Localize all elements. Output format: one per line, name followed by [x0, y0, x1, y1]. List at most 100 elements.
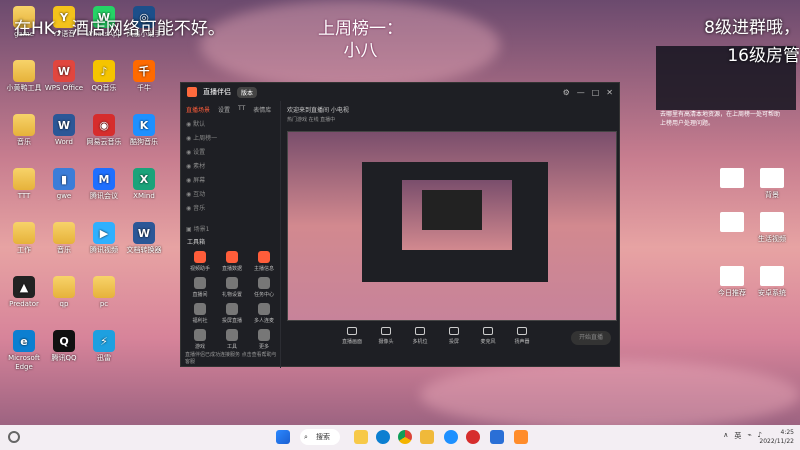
tool-button[interactable]: 工具: [217, 329, 247, 350]
desktop-icon[interactable]: qp: [42, 276, 86, 309]
tool-button[interactable]: 投屏直播: [217, 303, 247, 324]
close-icon[interactable]: ✕: [606, 88, 613, 97]
folder-icon: [13, 114, 35, 136]
desktop-icon[interactable]: pc: [82, 276, 126, 309]
minimize-icon[interactable]: —: [577, 88, 585, 97]
desktop-icon[interactable]: 安卓系统: [752, 266, 792, 298]
kugou-icon[interactable]: [444, 430, 458, 444]
control-button[interactable]: 直播画面: [341, 327, 363, 345]
app-icon: Q: [53, 330, 75, 352]
tool-button[interactable]: 礼物设置: [217, 277, 247, 298]
folder-icon: [13, 222, 35, 244]
maximize-icon[interactable]: □: [592, 88, 600, 97]
desktop-icon[interactable]: ▲ Predator: [2, 276, 46, 309]
clock-date: 2022/11/22: [759, 438, 794, 445]
sidebar-tab[interactable]: 直播场景: [186, 105, 210, 114]
desktop-icon[interactable]: ♪ QQ音乐: [82, 60, 126, 93]
scene-item[interactable]: ◉ 屏幕: [181, 174, 280, 188]
banner-line: 8级进群哦，: [704, 18, 800, 38]
start-live-button[interactable]: 开始直播: [571, 331, 611, 345]
weather-icon[interactable]: [8, 431, 20, 443]
stream-title: 欢迎来到直播间 小电视: [287, 107, 349, 114]
tool-icon: [194, 303, 206, 315]
desktop-icon[interactable]: W 文档转换器: [122, 222, 166, 255]
desktop-icon[interactable]: 小黄鸭工具: [2, 60, 46, 93]
tool-label: 游戏: [194, 344, 205, 350]
chrome-icon[interactable]: [398, 430, 412, 444]
tray-icon[interactable]: ∧: [723, 431, 728, 441]
desktop-icon[interactable]: X XMind: [122, 168, 166, 201]
tool-button[interactable]: 任务中心: [249, 277, 279, 298]
tool-button[interactable]: 直播数据: [217, 251, 247, 272]
rank-title: 上周榜一：: [318, 19, 403, 39]
desktop-icon[interactable]: K 酷狗音乐: [122, 114, 166, 147]
scene-item[interactable]: ◉ 设置: [181, 146, 280, 160]
desktop-icon[interactable]: ▶ 腾讯视频: [82, 222, 126, 255]
desktop-icon[interactable]: 生活视频: [752, 212, 792, 244]
tool-button[interactable]: 视频助手: [185, 251, 215, 272]
desktop-icon[interactable]: 音乐: [42, 222, 86, 255]
scene-item[interactable]: ◉ 素材: [181, 160, 280, 174]
tool-button[interactable]: 主播信息: [249, 251, 279, 272]
scene-item[interactable]: ◉ 互动: [181, 188, 280, 202]
control-button[interactable]: 扬声器: [511, 327, 533, 345]
tool-button[interactable]: 多人连麦: [249, 303, 279, 324]
tool-button[interactable]: 游戏: [185, 329, 215, 350]
control-button[interactable]: 摄像头: [375, 327, 397, 345]
netease-music-icon[interactable]: [466, 430, 480, 444]
start-icon[interactable]: [276, 430, 290, 444]
taskbar-search[interactable]: ⌕ 搜索: [300, 429, 340, 445]
scene-item[interactable]: ◉ 音乐: [181, 202, 280, 216]
scene-item[interactable]: ◉ 默认: [181, 118, 280, 132]
desktop-icon[interactable]: M 腾讯会议: [82, 168, 126, 201]
nested-preview-screen: [402, 180, 512, 250]
edge-icon[interactable]: [376, 430, 390, 444]
desktop-icon[interactable]: ⚡ 迅雷: [82, 330, 126, 363]
desktop-icon[interactable]: ◉ 网易云音乐: [82, 114, 126, 147]
tool-button[interactable]: 更多: [249, 329, 279, 350]
desktop-icon[interactable]: 音乐: [2, 114, 46, 147]
status-footer: 直播伴侣已成功连接服务 点击查看帮助与客服: [185, 352, 277, 365]
scene-item[interactable]: ◉ 上周榜一: [181, 132, 280, 146]
control-icon: [517, 327, 527, 335]
sidebar-tab[interactable]: 设置: [218, 105, 230, 114]
desktop-icon[interactable]: W Word: [42, 114, 86, 147]
desktop-icon-label: 网易云音乐: [86, 138, 122, 146]
desktop-icon[interactable]: Q 腾讯QQ: [42, 330, 86, 363]
tray-icon[interactable]: ⌁: [747, 431, 751, 441]
tool-button[interactable]: 福利社: [185, 303, 215, 324]
desktop-icon[interactable]: e Microsoft Edge: [2, 330, 46, 372]
control-button[interactable]: 投屏: [443, 327, 465, 345]
desktop-icon[interactable]: 今日推荐: [712, 266, 752, 298]
search-label: 搜索: [316, 433, 330, 441]
live-streaming-app[interactable]: 直播伴侣 版本 ⚙ — □ ✕ 直播场景 设置 TT 表情库 ◉ 默认 ◉ 上周榜一 ◉ …: [180, 82, 620, 368]
desktop-icon[interactable]: 千千牛: [122, 60, 166, 93]
streaming-app-taskbar-icon[interactable]: [514, 430, 528, 444]
clock[interactable]: 4:25 2022/11/22: [759, 428, 794, 446]
file-explorer-icon[interactable]: [354, 430, 368, 444]
desktop-icon[interactable]: [712, 168, 752, 190]
current-scene[interactable]: ▣ 场景1: [181, 223, 214, 237]
app-icon[interactable]: [490, 430, 504, 444]
desktop-icon[interactable]: [712, 212, 752, 234]
sidebar-tab[interactable]: 表情库: [253, 105, 271, 114]
control-icon: [381, 327, 391, 335]
desktop-icon[interactable]: TTT: [2, 168, 46, 201]
control-button[interactable]: 多机位: [409, 327, 431, 345]
folder-icon[interactable]: [420, 430, 434, 444]
control-button[interactable]: 麦克风: [477, 327, 499, 345]
info-note: 去哪里有高清本地资源，在上周榜一处可帮助上榜用户处理问题。: [660, 111, 781, 127]
desktop-icon[interactable]: W WPS Office: [42, 60, 86, 93]
desktop-icon[interactable]: 背景: [752, 168, 792, 200]
tool-icon: [258, 251, 270, 263]
settings-icon[interactable]: ⚙: [563, 88, 570, 97]
desktop-icon[interactable]: 工作: [2, 222, 46, 255]
tool-button[interactable]: 直播间: [185, 277, 215, 298]
tray-icon[interactable]: 英: [734, 431, 741, 441]
system-tray: ∧ 英 ⌁ ♪: [723, 431, 762, 441]
sidebar-tab[interactable]: TT: [238, 105, 245, 114]
desktop-icon[interactable]: ▮ gwe: [42, 168, 86, 201]
scene-icon: ▣: [186, 226, 194, 233]
stream-preview[interactable]: [287, 131, 617, 321]
control-icon: [415, 327, 425, 335]
